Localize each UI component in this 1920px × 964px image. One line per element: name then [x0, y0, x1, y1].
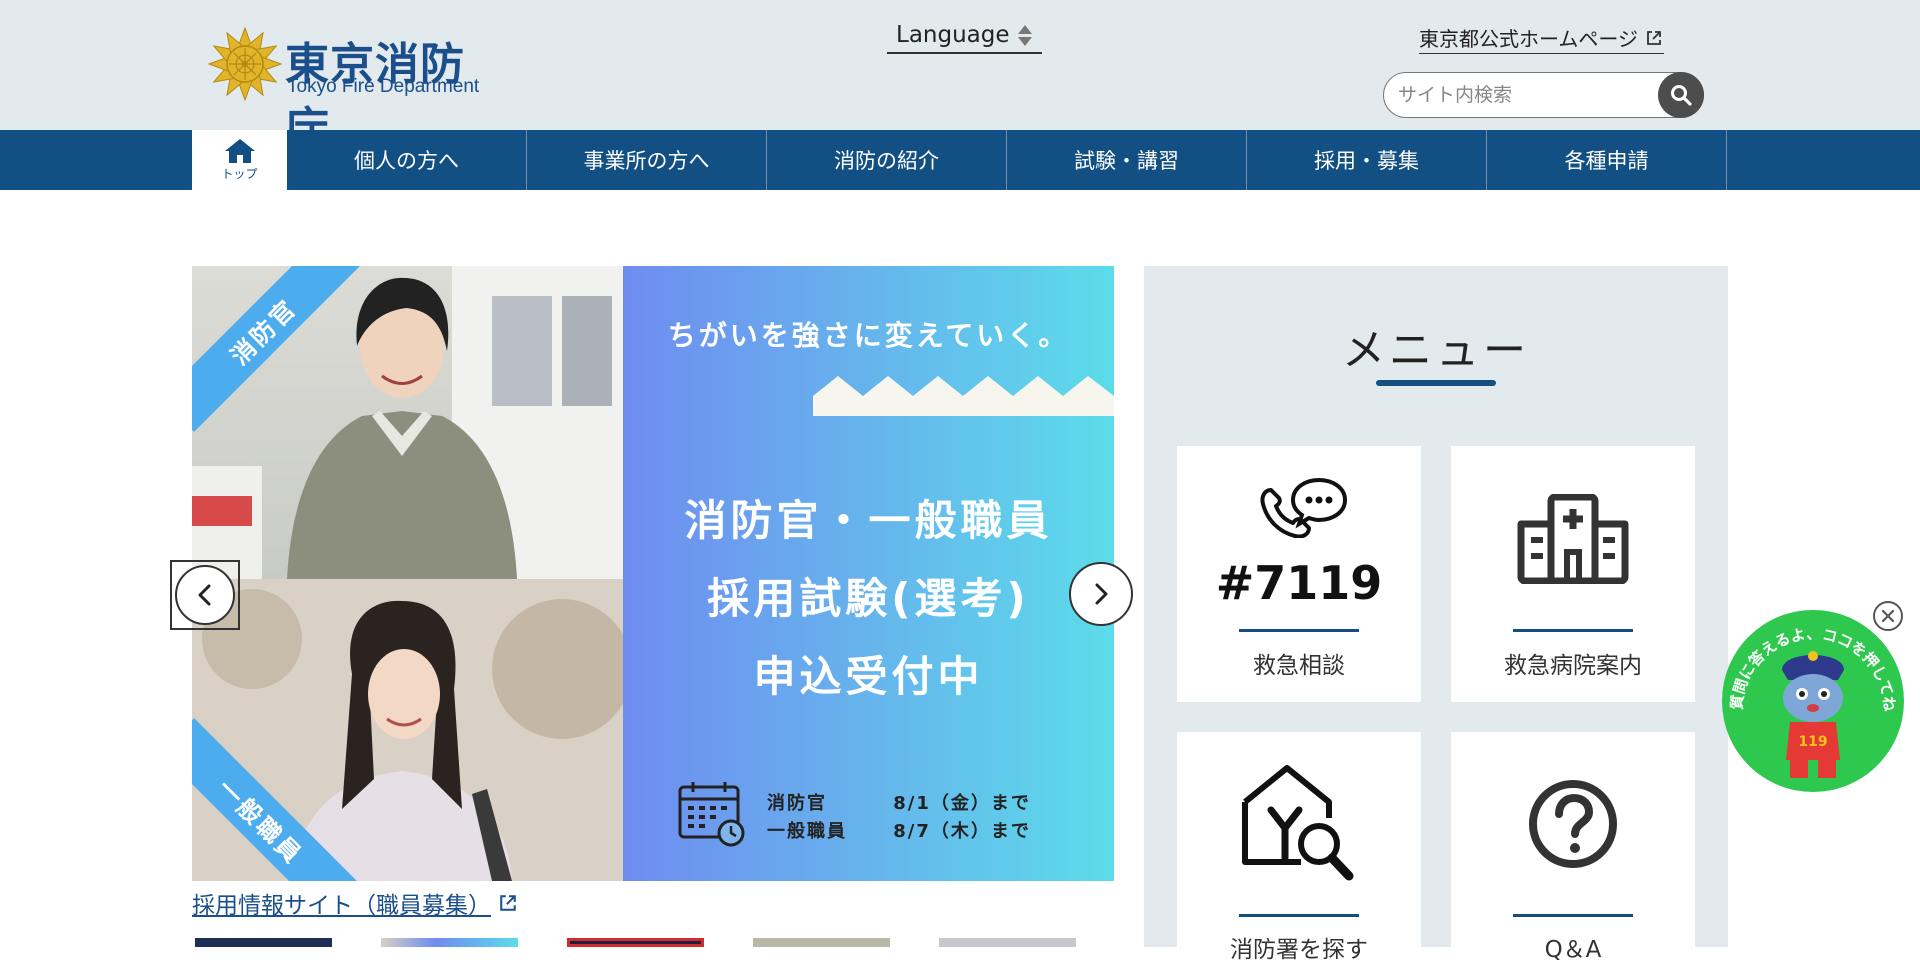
- language-label: Language: [896, 22, 1010, 48]
- calendar-icon: [678, 782, 745, 847]
- carousel-thumbnails: [195, 938, 1110, 947]
- nav-item-individuals[interactable]: 個人の方へ: [287, 130, 527, 190]
- tokyo-official-link[interactable]: 東京都公式ホームページ: [1419, 22, 1664, 54]
- slide-title-line-3: 申込受付中: [753, 652, 984, 701]
- zigzag-decoration: [813, 376, 1114, 416]
- carousel-thumbnail[interactable]: [939, 938, 1076, 947]
- site-header: 東京消防庁 Tokyo Fire Department Language 東京都…: [0, 0, 1920, 154]
- home-icon: [224, 139, 255, 163]
- slide-photos: 消防官 一般職員: [192, 266, 623, 881]
- search-button[interactable]: [1658, 72, 1704, 118]
- tokyo-link-label: 東京都公式ホームページ: [1419, 27, 1638, 51]
- slide-banner: ちがいを強さに変えていく。 消防官・一般職員 採用試験(選考) 申込受付中 消防…: [623, 266, 1114, 881]
- chatbot-mascot-icon: 質問に答えるよ、ココを押してね！ 119: [1722, 610, 1898, 778]
- menu-panel: メニュー #7119 救急相談 救急病院案内 消防署を探す Q＆A: [1144, 266, 1728, 963]
- slide-tagline: ちがいを強さに変えていく。: [667, 319, 1070, 352]
- slide-schedule: 消防官 8/1（金）まで 一般職員 8/7（木）まで: [677, 779, 1077, 851]
- menu-card-emergency-consult[interactable]: #7119 救急相談: [1177, 446, 1421, 702]
- menu-title: メニュー: [1342, 326, 1530, 376]
- question-icon: [1529, 780, 1617, 868]
- search-input[interactable]: [1398, 81, 1638, 109]
- menu-card-bar: [1513, 914, 1633, 917]
- chatbot-close-button[interactable]: [1873, 601, 1903, 631]
- chatbot-widget[interactable]: 質問に答えるよ、ココを押してね！ 119: [1722, 610, 1904, 792]
- language-selector[interactable]: Language: [887, 18, 1042, 54]
- schedule-row-firefighter: 消防官 8/1（金）まで: [767, 789, 1031, 815]
- schedule-row-general: 一般職員 8/7（木）まで: [767, 817, 1031, 843]
- menu-card-find-station[interactable]: 消防署を探す: [1177, 732, 1421, 963]
- slide-title-line-1: 消防官・一般職員: [684, 496, 1053, 545]
- external-link-icon: [1647, 30, 1661, 45]
- site-logo[interactable]: 東京消防庁 Tokyo Fire Department: [207, 26, 507, 154]
- search-icon: [1671, 85, 1692, 106]
- house-search-icon: [1242, 765, 1354, 881]
- carousel-next-button[interactable]: [1069, 562, 1135, 628]
- carousel-thumbnail[interactable]: [567, 938, 704, 947]
- menu-card-bar: [1513, 629, 1633, 632]
- sort-arrows-icon: [1017, 21, 1032, 49]
- slide-title-line-2: 採用試験(選考): [707, 574, 1030, 623]
- nav-home-label: トップ: [221, 167, 258, 181]
- chevron-right-icon: [1095, 583, 1108, 605]
- menu-card-faq[interactable]: Q＆A: [1451, 732, 1695, 963]
- recruit-site-link[interactable]: 採用情報サイト（職員募集）: [192, 886, 517, 920]
- menu-card-label: Q＆A: [1544, 937, 1602, 963]
- nav-item-exams[interactable]: 試験・講習: [1007, 130, 1247, 190]
- menu-card-bar: [1239, 914, 1359, 917]
- recruit-link-label: 採用情報サイト（職員募集）: [192, 893, 491, 919]
- nav-item-businesses[interactable]: 事業所の方へ: [527, 130, 767, 190]
- hero-carousel[interactable]: 消防官 一般職員 ちがいを強さに変えていく。 消防官・一般職員 採用試験(選考)…: [192, 266, 1114, 881]
- schedule-role: 消防官: [767, 793, 827, 814]
- carousel-thumbnail[interactable]: [381, 938, 518, 947]
- slide-title: 消防官・一般職員 採用試験(選考) 申込受付中: [623, 482, 1114, 716]
- schedule-deadline: 8/7（木）まで: [893, 821, 1031, 842]
- external-link-icon: [500, 895, 516, 911]
- chevron-left-icon: [198, 584, 211, 606]
- chatbot-badge: 119: [1798, 734, 1827, 750]
- fire-department-emblem-icon: [207, 26, 283, 102]
- logo-english-text: Tokyo Fire Department: [287, 76, 480, 97]
- close-icon: [1882, 610, 1894, 622]
- phone-chat-icon: [1260, 477, 1348, 538]
- global-navigation: トップ 個人の方へ 事業所の方へ 消防の紹介 試験・講習 採用・募集 各種申請: [0, 130, 1920, 190]
- menu-card-hospital[interactable]: 救急病院案内: [1451, 446, 1695, 702]
- carousel-thumbnail[interactable]: [195, 938, 332, 947]
- hospital-icon: [1517, 494, 1629, 584]
- menu-title-underline: [1376, 380, 1496, 386]
- carousel-thumbnail[interactable]: [753, 938, 890, 947]
- menu-card-label: 救急病院案内: [1504, 653, 1642, 679]
- menu-card-label: 救急相談: [1253, 653, 1345, 679]
- nav-item-about[interactable]: 消防の紹介: [767, 130, 1007, 190]
- emergency-number: #7119: [1215, 556, 1383, 610]
- nav-home[interactable]: トップ: [192, 130, 287, 190]
- menu-card-label: 消防署を探す: [1230, 937, 1368, 963]
- schedule-deadline: 8/1（金）まで: [893, 793, 1031, 814]
- carousel-prev-button[interactable]: [170, 560, 240, 630]
- nav-item-recruitment[interactable]: 採用・募集: [1247, 130, 1487, 190]
- nav-item-applications[interactable]: 各種申請: [1487, 130, 1727, 190]
- menu-card-bar: [1239, 629, 1359, 632]
- site-search: [1383, 72, 1704, 118]
- schedule-role: 一般職員: [767, 821, 847, 842]
